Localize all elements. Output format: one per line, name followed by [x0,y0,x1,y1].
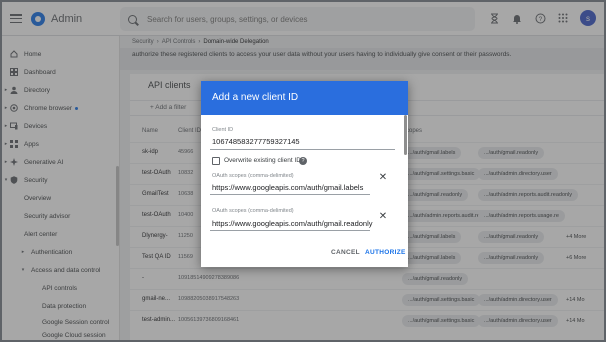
close-icon[interactable]: ✕ [378,212,388,222]
dialog-scrollbar[interactable] [404,115,407,155]
overwrite-checkbox-label: Overwrite existing client ID [224,157,301,164]
close-icon[interactable]: ✕ [378,173,388,183]
help-icon[interactable]: ? [299,157,307,165]
window-frame: Admin ? s Home [0,0,606,342]
field-underline [210,149,395,150]
overwrite-checkbox[interactable] [212,157,220,165]
add-client-id-dialog: Add a new client ID Client ID 1067485832… [201,81,408,267]
cancel-button[interactable]: CANCEL [331,249,360,256]
scope-input-1[interactable]: https://www.googleapis.com/auth/gmail.la… [212,183,363,192]
field-underline [210,230,370,231]
field-underline [210,194,370,195]
authorize-button[interactable]: AUTHORIZE [365,249,406,256]
scope-input-2[interactable]: https://www.googleapis.com/auth/gmail.re… [212,219,373,228]
client-id-field[interactable]: 106748583277759327145 [212,137,300,146]
client-id-label: Client ID [212,127,234,133]
scope-label: OAuth scopes (comma-delimited) [212,208,294,214]
scope-label: OAuth scopes (comma-delimited) [212,173,294,179]
dialog-title: Add a new client ID [201,81,408,115]
